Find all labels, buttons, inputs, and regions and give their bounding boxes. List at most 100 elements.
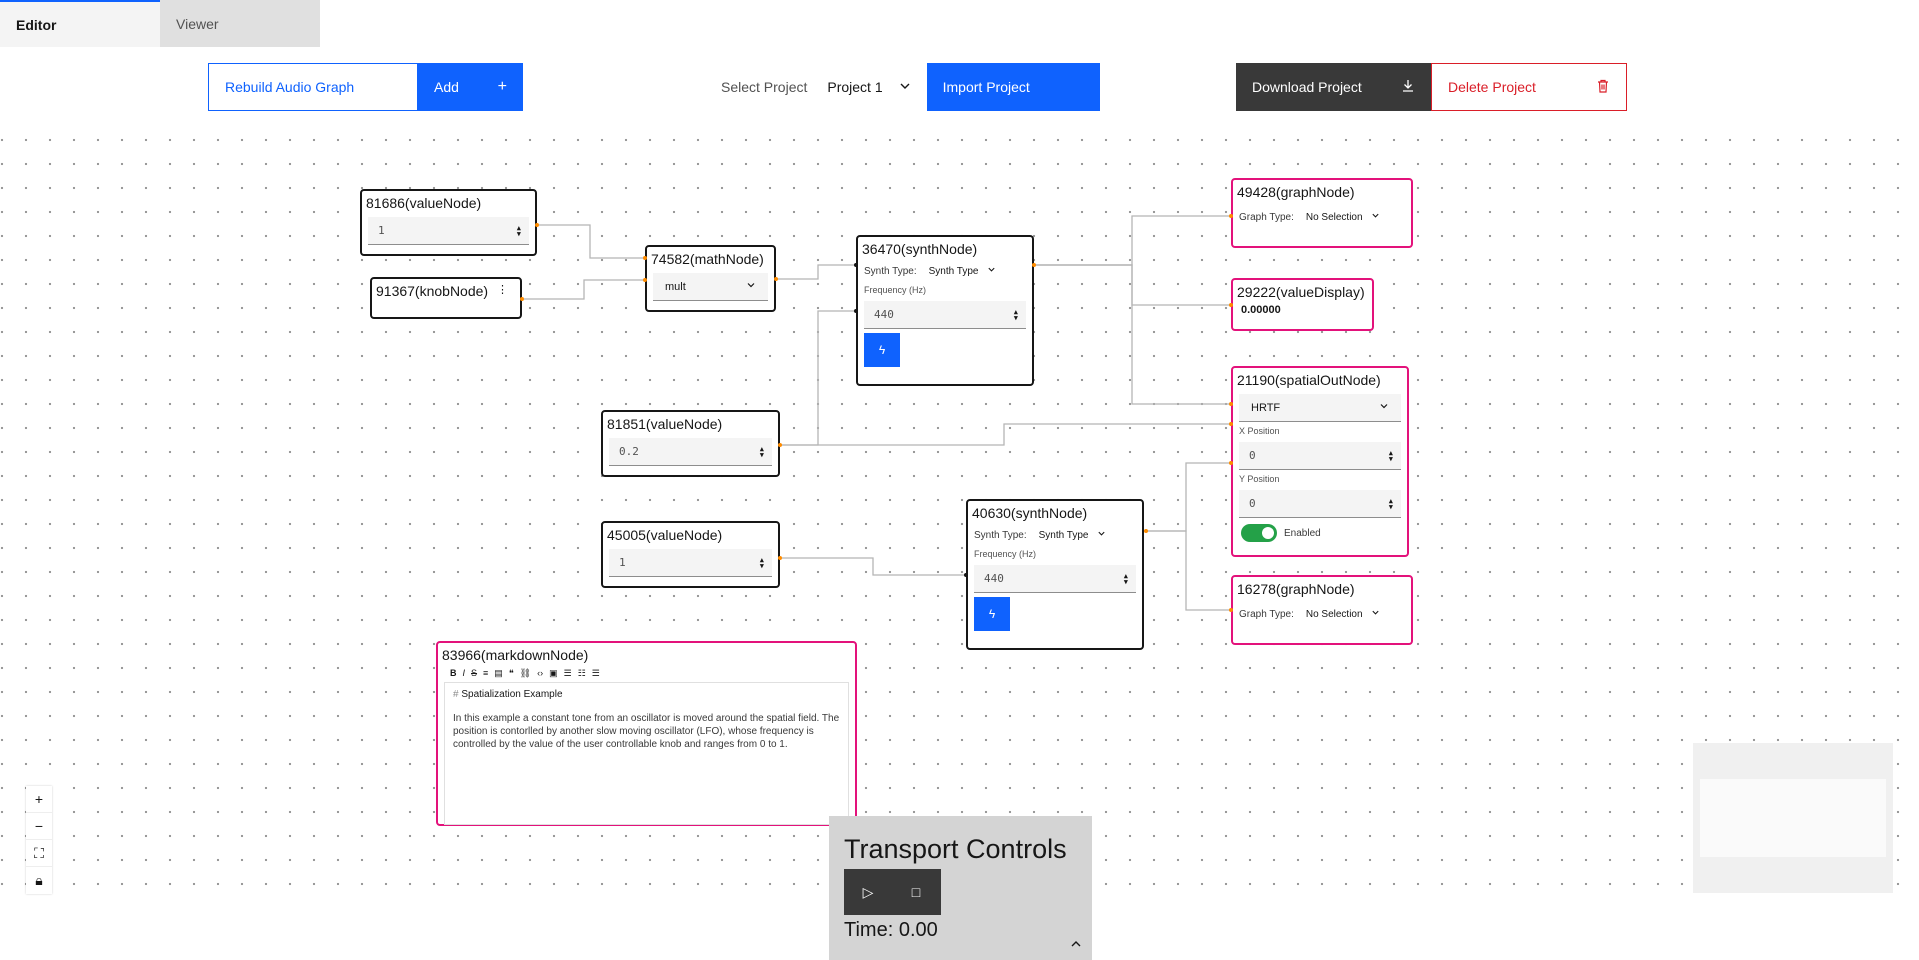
input-handle[interactable] — [1229, 461, 1233, 465]
overflow-menu-icon[interactable]: ⋮ — [497, 283, 516, 299]
table-icon[interactable]: ▤ — [494, 668, 503, 679]
minimap-viewport — [1700, 779, 1886, 857]
number-input[interactable]: 1 ▲ ▼ — [609, 549, 772, 577]
graph-node-49428[interactable]: 49428(graphNode) Graph Type: No Selectio… — [1231, 178, 1413, 248]
value-node-81851[interactable]: 81851(valueNode) 0.2 ▲ ▼ — [601, 410, 780, 477]
stepper-icon[interactable]: ▲ ▼ — [760, 556, 764, 569]
frequency-input[interactable]: 440 ▲ ▼ — [864, 301, 1026, 329]
panning-mode-dropdown[interactable]: HRTF — [1239, 394, 1401, 422]
node-title: 91367(knobNode) — [376, 283, 489, 299]
node-title: 40630(synthNode) — [972, 505, 1088, 521]
synth-node-40630[interactable]: 40630(synthNode) Synth Type: Synth Type … — [966, 499, 1144, 650]
output-handle[interactable] — [535, 223, 539, 227]
bolt-icon: ϟ — [988, 607, 996, 621]
fit-view-icon[interactable]: ⛶ — [26, 840, 52, 867]
checklist-icon[interactable]: ☰ — [592, 668, 600, 679]
synth-type-dropdown[interactable]: Synth Type — [1039, 530, 1089, 541]
stepper-icon[interactable]: ▲ ▼ — [1124, 572, 1128, 585]
bold-icon[interactable]: B — [450, 668, 457, 679]
input-handle[interactable] — [1229, 608, 1233, 612]
link-icon[interactable]: ⛓ — [520, 668, 531, 679]
project-dropdown[interactable]: Project 1 — [827, 63, 910, 111]
output-handle[interactable] — [774, 277, 778, 281]
heading-marker: # — [453, 689, 459, 700]
input-handle[interactable] — [1229, 402, 1233, 406]
x-position-input[interactable]: 0 ▲ ▼ — [1239, 442, 1401, 470]
input-handle[interactable] — [964, 573, 968, 577]
output-handle[interactable] — [778, 443, 782, 447]
output-handle[interactable] — [778, 556, 782, 560]
stepper-icon[interactable]: ▲ ▼ — [517, 224, 521, 237]
zoom-out-icon[interactable]: − — [26, 813, 52, 840]
trigger-button[interactable]: ϟ — [974, 597, 1010, 631]
input-handle[interactable] — [643, 256, 647, 260]
heading-icon[interactable]: ≡ — [483, 668, 488, 679]
graph-node-16278[interactable]: 16278(graphNode) Graph Type: No Selectio… — [1231, 575, 1413, 645]
input-handle[interactable] — [1229, 303, 1233, 307]
input-handle[interactable] — [1229, 214, 1233, 218]
numbered-list-icon[interactable]: ☷ — [578, 668, 586, 679]
minimap[interactable] — [1693, 743, 1893, 893]
stepper-icon[interactable]: ▲ ▼ — [1389, 497, 1393, 510]
delete-project-button[interactable]: Delete Project — [1431, 63, 1627, 111]
chevron-down-icon — [1097, 529, 1106, 541]
trigger-button[interactable]: ϟ — [864, 333, 900, 367]
math-node-74582[interactable]: 74582(mathNode) mult — [645, 245, 776, 312]
trash-icon — [1596, 79, 1610, 96]
chevron-down-icon — [746, 280, 756, 293]
quote-icon[interactable]: ❝ — [509, 668, 514, 679]
markdown-editor[interactable]: # Spatialization Example In this example… — [444, 683, 849, 825]
number-input[interactable]: 1 ▲ ▼ — [368, 217, 529, 245]
code-icon[interactable]: ‹› — [537, 668, 543, 679]
lock-icon[interactable]: 🔒︎ — [26, 867, 52, 894]
bullet-list-icon[interactable]: ☰ — [564, 668, 572, 679]
enabled-toggle[interactable] — [1241, 524, 1277, 542]
stepper-icon[interactable]: ▲ ▼ — [760, 445, 764, 458]
frequency-label: Frequency (Hz) — [864, 285, 927, 295]
import-project-button[interactable]: Import Project — [926, 63, 1100, 111]
frequency-input-value: 440 — [984, 572, 1004, 585]
tab-viewer[interactable]: Viewer — [160, 0, 320, 47]
input-handle[interactable] — [854, 309, 858, 313]
tab-editor[interactable]: Editor — [0, 0, 160, 47]
italic-icon[interactable]: I — [463, 668, 466, 679]
graph-type-dropdown[interactable]: No Selection — [1306, 212, 1363, 223]
operation-dropdown[interactable]: mult — [653, 273, 768, 301]
rebuild-audio-graph-button[interactable]: Rebuild Audio Graph — [208, 63, 418, 111]
output-handle[interactable] — [1144, 529, 1148, 533]
node-title: 49428(graphNode) — [1237, 184, 1355, 200]
input-handle[interactable] — [643, 278, 647, 282]
node-title-row: 91367(knobNode) ⋮ — [372, 279, 520, 301]
spatial-out-node-21190[interactable]: 21190(spatialOutNode) HRTF X Position 0 … — [1231, 366, 1409, 557]
stepper-icon[interactable]: ▲ ▼ — [1014, 308, 1018, 321]
input-handle[interactable] — [854, 263, 858, 267]
value-node-45005[interactable]: 45005(valueNode) 1 ▲ ▼ — [601, 521, 780, 588]
y-position-input[interactable]: 0 ▲ ▼ — [1239, 490, 1401, 518]
output-handle[interactable] — [520, 297, 524, 301]
synth-type-dropdown[interactable]: Synth Type — [929, 266, 979, 277]
operation-dropdown-value: mult — [665, 280, 686, 293]
zoom-in-icon[interactable]: + — [26, 786, 52, 813]
markdown-node-83966[interactable]: 83966(markdownNode) B I S ≡ ▤ ❝ ⛓ ‹› ▣ ☰… — [436, 641, 857, 826]
value-display-node-29222[interactable]: 29222(valueDisplay) 0.00000 — [1231, 278, 1374, 331]
play-icon[interactable]: ▷ — [844, 869, 892, 915]
graph-type-row: Graph Type: No Selection — [1233, 202, 1411, 232]
graph-type-dropdown[interactable]: No Selection — [1306, 609, 1363, 620]
strikethrough-icon[interactable]: S — [471, 668, 477, 679]
value-node-81686[interactable]: 81686(valueNode) 1 ▲ ▼ — [360, 189, 537, 256]
stop-icon[interactable]: □ — [892, 869, 940, 915]
add-button[interactable]: Add + — [418, 63, 523, 111]
project-selector: Select Project Project 1 Import Project — [721, 63, 1100, 111]
knob-node-91367[interactable]: 91367(knobNode) ⋮ — [370, 277, 522, 319]
image-icon[interactable]: ▣ — [549, 668, 558, 679]
input-handle[interactable] — [1229, 422, 1233, 426]
number-input[interactable]: 0.2 ▲ ▼ — [609, 438, 772, 466]
frequency-input[interactable]: 440 ▲ ▼ — [974, 565, 1136, 593]
synth-type-label: Synth Type: — [864, 265, 917, 277]
output-handle[interactable] — [1032, 263, 1036, 267]
synth-node-36470[interactable]: 36470(synthNode) Synth Type: Synth Type … — [856, 235, 1034, 386]
node-title: 16278(graphNode) — [1237, 581, 1355, 597]
chevron-up-icon[interactable] — [1070, 936, 1082, 954]
stepper-icon[interactable]: ▲ ▼ — [1389, 449, 1393, 462]
download-project-button[interactable]: Download Project — [1236, 63, 1431, 111]
